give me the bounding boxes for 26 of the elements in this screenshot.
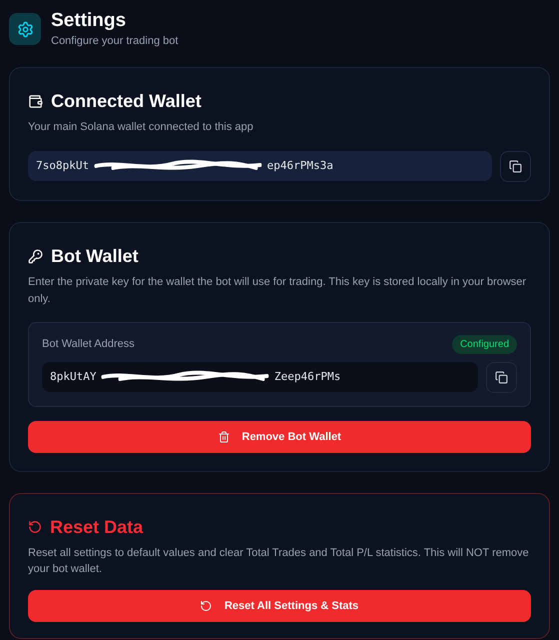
- reset-icon: [28, 520, 42, 534]
- reset-button[interactable]: Reset All Settings & Stats: [28, 590, 531, 622]
- wallet-icon: [28, 94, 43, 110]
- address-end: Zeep46rPMs: [274, 369, 341, 385]
- field-label: Bot Wallet Address: [42, 337, 135, 352]
- address-end: ep46rPMs3a: [266, 158, 334, 174]
- address-start: 8pkUtAY: [50, 369, 96, 385]
- card-description: Your main Solana wallet connected to this app: [28, 120, 254, 136]
- copy-icon: [509, 160, 522, 173]
- trash-icon: [218, 430, 230, 443]
- reset-icon: [200, 600, 212, 612]
- address-start: 7so8pkUt: [36, 158, 89, 174]
- card-description: Reset all settings to default values and clear Total Trades and Total P/L statistics. This will NOT remove your bot wallet.: [28, 546, 530, 577]
- status-badge: Configured: [452, 334, 517, 354]
- key-icon: [28, 248, 43, 264]
- copy-button[interactable]: [500, 150, 531, 182]
- page-subtitle: Configure your trading bot: [51, 34, 178, 49]
- card-title: Bot Wallet: [51, 244, 138, 268]
- remove-wallet-button[interactable]: Remove Bot Wallet: [28, 420, 531, 453]
- page-title: Settings: [51, 9, 127, 33]
- copy-icon: [495, 370, 508, 384]
- copy-button[interactable]: [486, 362, 517, 393]
- card-description: Enter the private key for the wallet the bot will use for trading. This key is stored locally in your browser only.: [28, 274, 528, 307]
- card-title: Reset Data: [50, 516, 144, 539]
- settings-icon: [16, 20, 34, 38]
- card-title: Connected Wallet: [51, 90, 202, 114]
